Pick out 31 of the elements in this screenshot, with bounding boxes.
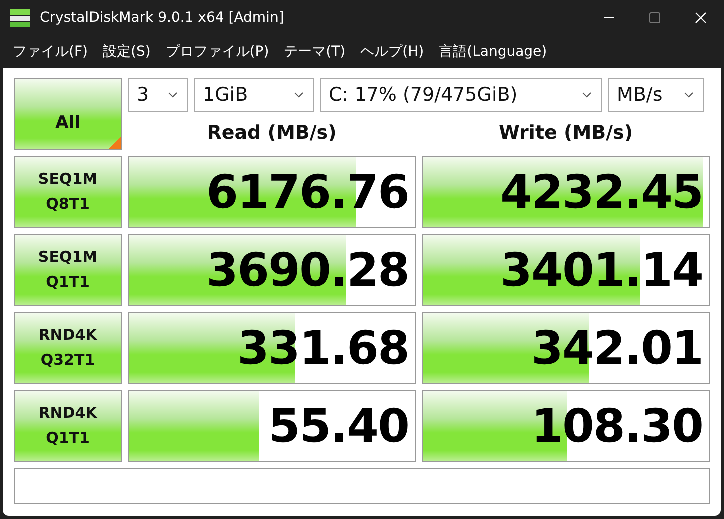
- chevron-icon: [168, 92, 178, 98]
- dropdown[interactable]: 1GiB: [194, 78, 314, 112]
- result-value: 342.01: [531, 321, 704, 375]
- all-button[interactable]: All: [14, 78, 122, 150]
- menu-item[interactable]: 設定(S): [96, 43, 159, 61]
- menu-item[interactable]: テーマ(T): [277, 43, 354, 61]
- result-value: 3401.14: [500, 243, 704, 297]
- chevron-icon: [294, 92, 304, 98]
- result-value: 331.68: [237, 321, 410, 375]
- test-button[interactable]: SEQ1M Q1T1: [14, 234, 122, 306]
- dropdown[interactable]: C: 17% (79/475GiB): [320, 78, 602, 112]
- dropdown[interactable]: 3: [128, 78, 188, 112]
- menu-item[interactable]: プロファイル(P): [158, 43, 278, 61]
- menu-item[interactable]: ヘルプ(H): [354, 43, 432, 61]
- disk-icon: [9, 8, 31, 28]
- chevron-icon: [684, 92, 694, 98]
- menu-item[interactable]: ファイル(F): [6, 43, 96, 61]
- test-button[interactable]: SEQ1M Q8T1: [14, 156, 122, 228]
- column-heading: Read (MB/s): [206, 121, 338, 146]
- column-heading: Write (MB/s): [498, 121, 634, 146]
- test-button[interactable]: RND4K Q32T1: [14, 312, 122, 384]
- dropdown[interactable]: MB/s: [608, 78, 704, 112]
- result-value: 3690.28: [206, 243, 410, 297]
- test-button[interactable]: RND4K Q1T1: [14, 390, 122, 462]
- result-value: 108.30: [531, 399, 704, 453]
- result-value: 55.40: [268, 399, 410, 453]
- chevron-icon: [582, 92, 592, 98]
- window-title: CrystalDiskMark 9.0.1 x64 [Admin]: [40, 10, 286, 26]
- result-value: 4232.45: [500, 165, 704, 219]
- comment-field[interactable]: [14, 468, 710, 504]
- menu-item[interactable]: 言語(Language): [432, 43, 556, 61]
